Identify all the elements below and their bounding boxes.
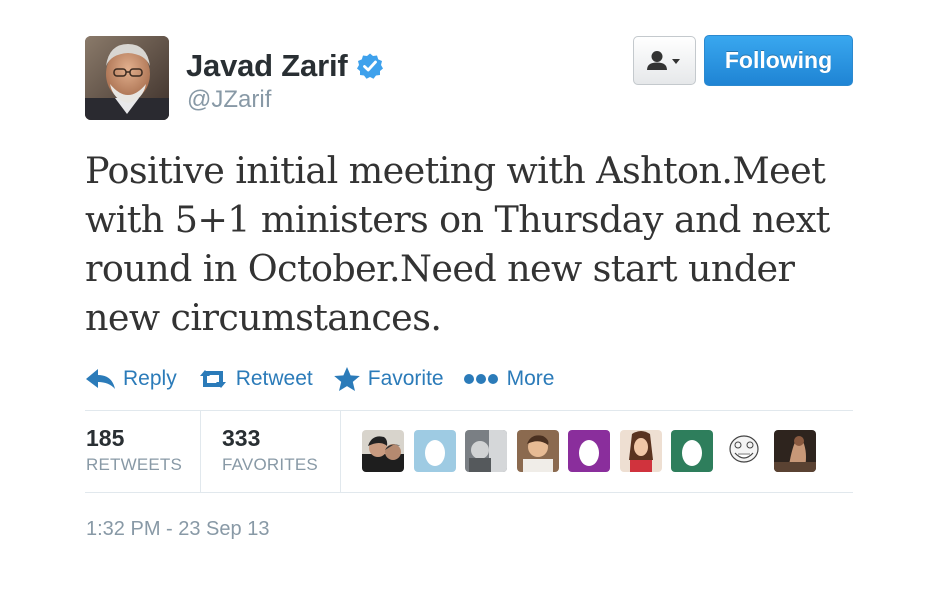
retweets-stat[interactable]: 185 RETWEETS	[86, 424, 182, 475]
favoriter-avatar[interactable]	[568, 430, 610, 472]
author-avatar-image	[85, 36, 169, 120]
more-dots-icon	[463, 374, 498, 384]
user-avatar-icon	[362, 430, 404, 472]
stats-bottom-divider	[85, 492, 853, 493]
stats-separator	[200, 411, 201, 492]
user-avatar-icon	[465, 430, 507, 472]
following-button[interactable]: Following	[704, 35, 853, 86]
author-handle[interactable]: @JZarif	[187, 86, 271, 114]
favoriter-avatar[interactable]	[465, 430, 507, 472]
retweet-label: Retweet	[235, 367, 313, 390]
tweet-text: Positive initial meeting with Ashton.Mee…	[85, 149, 830, 339]
favoriter-avatar[interactable]	[619, 430, 662, 472]
favoriter-avatar[interactable]	[722, 430, 765, 472]
favoriter-avatar[interactable]	[516, 430, 559, 472]
favoriter-avatar[interactable]	[774, 430, 816, 472]
user-avatar-icon	[774, 430, 816, 472]
reply-action[interactable]: Reply	[85, 367, 177, 391]
user-actions-dropdown-button[interactable]	[633, 36, 696, 85]
reply-label: Reply	[123, 367, 177, 390]
stats-separator	[340, 411, 341, 492]
retweets-count: 185	[86, 425, 125, 451]
favorites-label: FAVORITES	[222, 455, 318, 474]
reply-icon	[86, 369, 115, 389]
user-avatar-icon	[619, 430, 662, 472]
user-icon	[646, 50, 680, 70]
more-label: More	[506, 367, 555, 390]
retweet-icon	[199, 370, 226, 388]
meme-face-icon	[722, 430, 765, 472]
favorites-count: 333	[222, 425, 261, 451]
tweet-actions: Reply Retweet Favorite More	[85, 362, 573, 396]
favorite-label: Favorite	[367, 367, 444, 390]
author-name-row: Javad Zarif	[186, 46, 384, 86]
retweet-action[interactable]: Retweet	[196, 367, 313, 391]
author-avatar[interactable]	[85, 36, 169, 120]
favorite-action[interactable]: Favorite	[332, 366, 444, 392]
user-avatar-icon	[516, 430, 559, 472]
favoriter-avatar[interactable]	[671, 430, 713, 472]
egg-avatar-icon	[671, 430, 713, 472]
favoriter-avatar[interactable]	[413, 430, 456, 472]
favoriters-avatar-list	[362, 430, 826, 472]
star-icon	[333, 367, 360, 391]
author-name[interactable]: Javad Zarif	[186, 48, 348, 84]
tweet-timestamp[interactable]: 1:32 PM - 23 Sep 13	[86, 518, 269, 541]
verified-badge-icon	[356, 52, 384, 80]
favoriter-avatar[interactable]	[362, 430, 404, 472]
caret-down-icon	[671, 58, 680, 64]
egg-avatar-icon	[568, 430, 610, 472]
favorites-stat[interactable]: 333 FAVORITES	[222, 424, 318, 475]
more-action[interactable]: More	[463, 367, 555, 391]
egg-avatar-icon	[413, 430, 456, 472]
retweets-label: RETWEETS	[86, 455, 183, 474]
